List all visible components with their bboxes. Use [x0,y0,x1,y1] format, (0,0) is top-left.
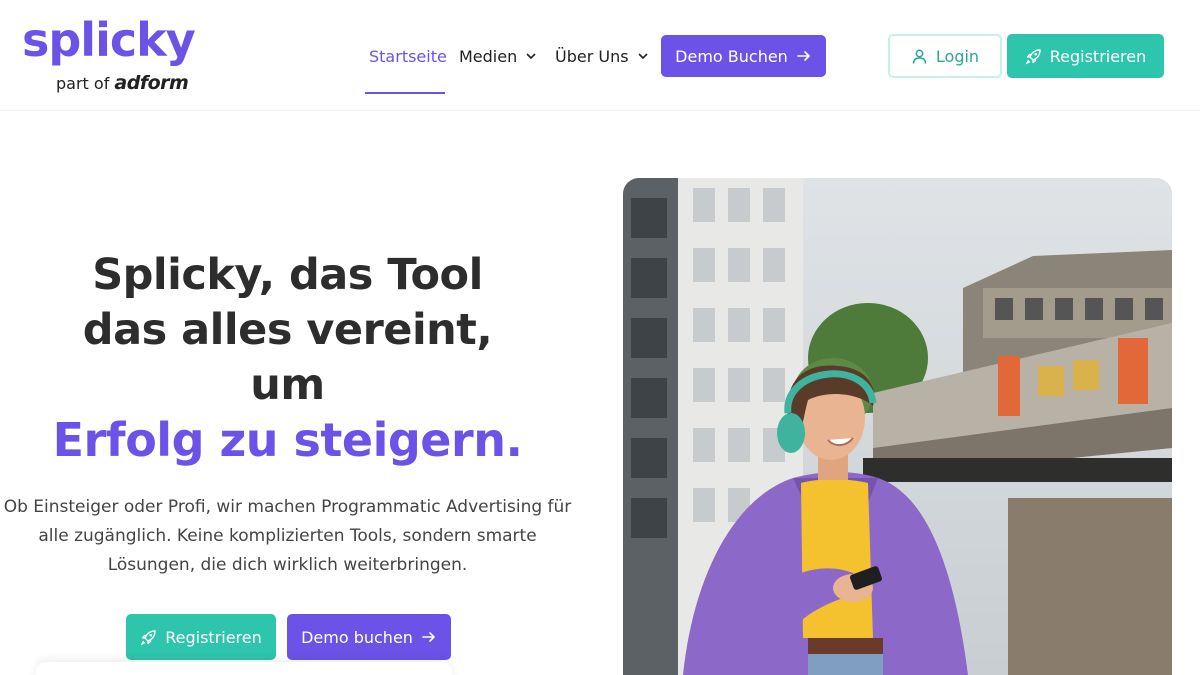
nav-item-label: Über Uns [555,46,629,66]
rocket-icon [140,629,156,645]
nav-item-startseite[interactable]: Startseite [369,34,447,78]
user-icon [912,49,927,64]
hero-photo [623,178,1172,675]
nav-item-medien[interactable]: Medien [459,34,537,78]
login-button[interactable]: Login [888,34,1002,78]
logo-sub-prefix: part of [56,74,110,93]
hero-photo-illustration [623,178,1172,675]
logo-tagline: part of adform [56,72,189,95]
nav-item-ueber-uns[interactable]: Über Uns [555,34,649,78]
header-register-button[interactable]: Registrieren [1007,34,1164,78]
hero-register-label: Registrieren [165,627,262,647]
rocket-icon [1025,48,1041,64]
nav-active-underline [365,92,445,94]
nav-item-label: Medien [459,46,518,66]
logo-wordmark: splicky [22,13,196,67]
hero-title-line: um [250,360,325,410]
chevron-down-icon [637,53,648,60]
hero-title: Splicky, das Tool das alles vereint, um … [0,248,575,468]
hero-register-button[interactable]: Registrieren [126,614,276,660]
splicky-logo[interactable]: splicky part of adform [22,14,196,98]
arrow-right-icon [797,51,810,61]
login-label: Login [935,46,980,66]
site-header: splicky part of adform Startseite Medien… [0,0,1200,111]
hero-title-accent: Erfolg zu steigern. [52,413,523,467]
demo-buchen-label: Demo Buchen [675,46,788,66]
hero-title-line: das alles vereint, [82,305,493,355]
demo-buchen-button[interactable]: Demo Buchen [661,35,826,77]
nav-item-label: Startseite [369,46,447,66]
hero-description: Ob Einsteiger oder Profi, wir machen Pro… [3,497,572,575]
hero-title-line: Splicky, das Tool [92,250,483,300]
hero-demo-button[interactable]: Demo buchen [287,614,451,660]
arrow-right-icon [422,632,435,642]
card-peek [36,662,452,675]
header-register-label: Registrieren [1049,46,1147,66]
chevron-down-icon [526,53,536,60]
logo-sub-brand: adform [114,72,189,94]
hero-demo-label: Demo buchen [301,627,413,647]
